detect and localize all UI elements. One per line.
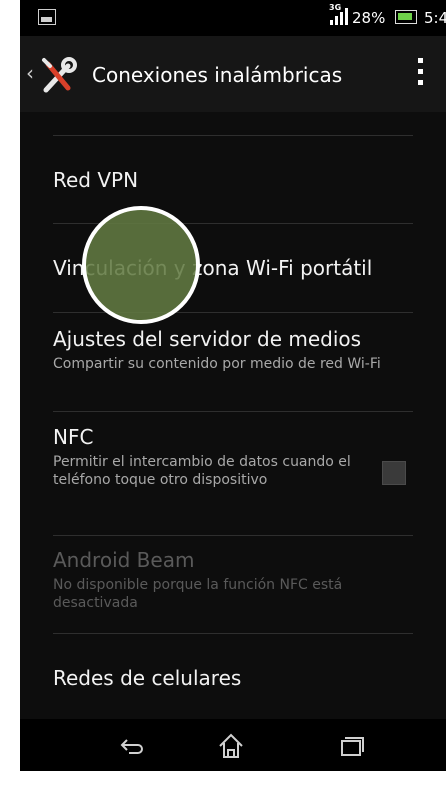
setting-vpn[interactable]: Red VPN [53,168,423,192]
touch-indicator [82,206,200,324]
divider [53,411,413,412]
phone-screen: 3G 28% 5:48 ‹ Conexiones inalámbricas Re… [20,0,446,771]
overflow-menu-icon[interactable] [415,58,425,92]
signal-strength-icon [330,8,348,25]
divider [53,535,413,536]
setting-title: Ajustes del servidor de medios [53,327,362,351]
divider [53,135,413,136]
nfc-checkbox[interactable] [382,461,406,485]
back-icon[interactable] [117,731,147,761]
setting-media-server[interactable]: Ajustes del servidor de medios Compartir… [53,327,423,373]
back-caret-icon[interactable]: ‹ [26,61,34,85]
status-bar: 3G 28% 5:48 [20,0,446,36]
setting-subtitle: Permitir el intercambio de datos cuando … [53,454,351,488]
page-title: Conexiones inalámbricas [92,63,343,87]
setting-title: Android Beam [53,548,195,572]
home-icon[interactable] [216,731,246,761]
clock: 5:48 [424,9,446,27]
setting-nfc[interactable]: NFC Permitir el intercambio de datos cua… [53,425,423,489]
recent-apps-icon[interactable] [337,731,367,761]
setting-subtitle: Compartir su contenido por medio de red … [53,356,381,372]
screenshot-notification-icon [38,9,56,25]
divider [53,633,413,634]
action-bar: ‹ Conexiones inalámbricas [20,36,446,112]
setting-subtitle: No disponible porque la función NFC está… [53,577,343,611]
battery-charging-icon [395,10,417,24]
wrench-screwdriver-icon[interactable] [38,56,78,96]
setting-title: Red VPN [53,168,139,192]
navigation-bar [20,719,446,771]
battery-percent: 28% [352,9,386,27]
setting-title: Redes de celulares [53,666,242,690]
setting-android-beam: Android Beam No disponible porque la fun… [53,548,423,612]
setting-title: NFC [53,425,94,449]
setting-cellular-networks[interactable]: Redes de celulares [53,666,423,690]
